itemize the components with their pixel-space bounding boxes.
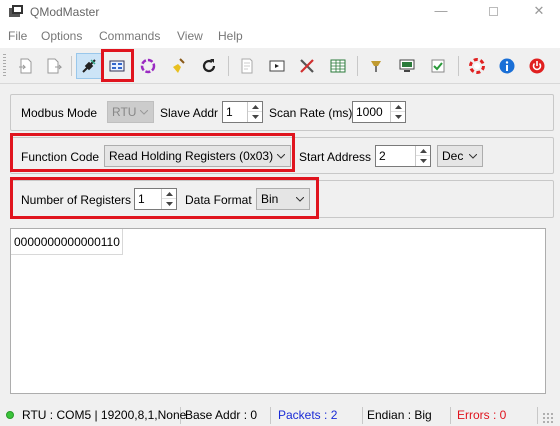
close-button[interactable]: ✕ [516,0,560,24]
connect-icon [82,59,96,73]
chevron-down-icon [140,110,148,115]
exit-button[interactable] [524,53,550,79]
scan-button[interactable] [135,53,161,79]
menu-help[interactable]: Help [218,29,243,43]
serial-monitor-icon [269,60,285,72]
app-icon [9,5,23,17]
modbus-mode-select: RTU [107,101,154,123]
connection-status-led [6,411,14,419]
slave-addr-label: Slave Addr [160,106,219,120]
start-address-spinbox[interactable]: 2 [375,145,431,167]
log-button[interactable] [234,53,260,79]
connection-info: RTU : COM5 | 19200,8,1,None [19,407,186,424]
title-bar: QModMaster — ✕ [0,0,560,24]
menu-file[interactable]: File [8,29,27,43]
spin-up-button[interactable] [416,146,430,156]
register-values-table[interactable]: 0000000000000110 [10,228,546,394]
toolbar-highlight [101,49,134,82]
register-table-icon [330,59,346,73]
load-session-button[interactable] [13,53,39,79]
menu-view[interactable]: View [177,29,203,43]
window-title: QModMaster [30,5,100,19]
save-session-icon [47,58,63,74]
address-base-select[interactable]: Dec [437,145,483,167]
toolbar-separator [357,56,358,76]
tools-button[interactable] [294,53,320,79]
serial-monitor-button[interactable] [264,53,290,79]
minimize-button[interactable]: — [418,0,464,24]
scan-rate-spinbox[interactable]: 1000 [352,101,406,123]
base-addr-status: Base Addr : 0 [182,407,271,424]
exit-icon [529,58,545,74]
menu-commands[interactable]: Commands [99,29,160,43]
reset-button[interactable] [196,53,222,79]
tools-icon [300,59,314,73]
maximize-button[interactable] [470,0,516,24]
endian-status: Endian : Big [364,407,451,424]
load-session-icon [19,58,32,74]
clear-icon [173,58,185,73]
chevron-down-icon [469,154,477,159]
toolbar-grip[interactable] [3,54,6,78]
save-session-button[interactable] [41,53,67,79]
menu-bar: File Options Commands View Help [0,24,560,48]
register-value-cell[interactable]: 0000000000000110 [11,229,123,255]
about-button[interactable] [494,53,520,79]
reset-icon [202,59,216,73]
toolbar-separator [228,56,229,76]
connect-button[interactable] [76,53,102,79]
caret-up-icon [251,104,259,109]
modbus-tcp-button[interactable] [425,53,451,79]
spin-up-button[interactable] [391,102,405,112]
about-icon [499,58,515,74]
caret-up-icon [394,104,402,109]
registers-highlight [10,177,319,219]
scan-rate-label: Scan Rate (ms) [269,106,353,120]
clear-button[interactable] [166,53,192,79]
log-icon [241,58,253,74]
modbus-tcp-icon [431,59,445,73]
bus-monitor-button[interactable] [363,53,389,79]
menu-options[interactable]: Options [41,29,82,43]
spin-down-button[interactable] [416,156,430,166]
spin-up-button[interactable] [248,102,262,112]
modbus-rtu-icon [399,59,415,72]
register-table-button[interactable] [325,53,351,79]
caret-down-icon [251,115,259,119]
bus-monitor-icon [371,61,381,72]
caret-down-icon [419,159,427,163]
status-bar: RTU : COM5 | 19200,8,1,None Base Addr : … [0,404,560,426]
packets-status: Packets : 2 [275,407,363,424]
caret-down-icon [394,115,402,119]
start-address-label: Start Address [299,150,372,164]
help-icon [469,58,485,74]
modbus-rtu-button[interactable] [394,53,420,79]
toolbar [0,48,560,84]
slave-addr-spinbox[interactable]: 1 [222,101,263,123]
toolbar-separator [71,56,72,76]
caret-up-icon [419,148,427,153]
resize-grip[interactable] [542,412,554,424]
spin-down-button[interactable] [248,112,262,122]
modbus-mode-label: Modbus Mode [21,106,98,120]
scan-icon [140,58,156,74]
help-button[interactable] [464,53,490,79]
function-highlight [10,133,295,172]
spin-down-button[interactable] [391,112,405,122]
toolbar-separator [458,56,459,76]
modbus-settings-group: Modbus Mode RTU Slave Addr 1 Scan Rate (… [10,94,554,131]
errors-status: Errors : 0 [454,407,538,424]
